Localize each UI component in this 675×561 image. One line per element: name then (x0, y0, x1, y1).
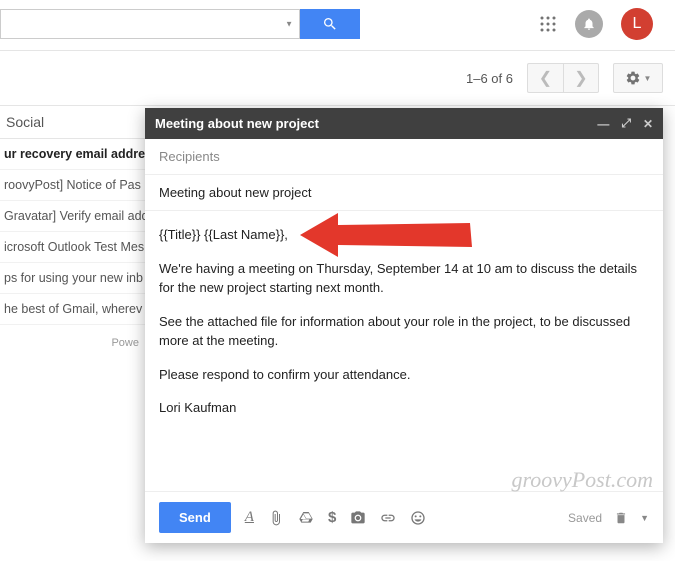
prev-page-button[interactable]: ❮ (527, 63, 563, 93)
attach-icon[interactable] (268, 510, 284, 526)
close-icon[interactable]: ✕ (643, 117, 653, 131)
expand-icon[interactable]: ⤢ (621, 116, 631, 131)
inbox-item[interactable]: roovyPost] Notice of Pas (0, 170, 145, 201)
inbox-item[interactable]: he best of Gmail, wherev (0, 294, 145, 325)
search-icon (322, 16, 338, 32)
search-button[interactable] (300, 9, 360, 39)
inbox-item[interactable]: ps for using your new inb (0, 263, 145, 294)
format-icon[interactable]: A (245, 509, 254, 526)
search-input[interactable]: ▼ (0, 9, 300, 39)
inbox-item[interactable]: icrosoft Outlook Test Mes (0, 232, 145, 263)
inbox-item[interactable]: ur recovery email addre (0, 139, 145, 170)
search-wrap: ▼ (0, 9, 360, 39)
toolbar: 1–6 of 6 ❮ ❯ ▼ (0, 51, 675, 106)
inbox-column: Social ur recovery email addre roovyPost… (0, 106, 145, 561)
subject-field[interactable]: Meeting about new project (145, 175, 663, 211)
compose-titlebar[interactable]: Meeting about new project — ⤢ ✕ (145, 108, 663, 139)
tab-social[interactable]: Social (0, 106, 145, 139)
compose-footer: Send A $ Saved ▼ (145, 491, 663, 543)
photo-icon[interactable] (350, 510, 366, 526)
drive-icon[interactable] (298, 510, 314, 526)
body-paragraph: We're having a meeting on Thursday, Sept… (159, 259, 649, 298)
header-right: L (539, 8, 665, 40)
toolbar-right: 1–6 of 6 ❮ ❯ ▼ (466, 63, 663, 93)
body-paragraph: See the attached file for information ab… (159, 312, 649, 351)
trash-icon[interactable] (614, 511, 628, 525)
compose-title: Meeting about new project (155, 116, 319, 131)
emoji-icon[interactable] (410, 510, 426, 526)
inbox-list: ur recovery email addre roovyPost] Notic… (0, 139, 145, 325)
body-paragraph: Please respond to confirm your attendanc… (159, 365, 649, 385)
body-signature: Lori Kaufman (159, 398, 649, 418)
apps-icon[interactable] (539, 15, 557, 33)
powered-label: Powe (0, 325, 145, 349)
compose-body[interactable]: {{Title}} {{Last Name}}, We're having a … (145, 211, 663, 491)
notifications-icon[interactable] (575, 10, 603, 38)
avatar[interactable]: L (621, 8, 653, 40)
compose-window-controls: — ⤢ ✕ (597, 116, 653, 131)
body-greeting: {{Title}} {{Last Name}}, (159, 225, 649, 245)
money-icon[interactable]: $ (328, 509, 336, 526)
app-header: ▼ L (0, 0, 675, 51)
settings-caret-icon: ▼ (644, 74, 652, 83)
settings-button[interactable]: ▼ (613, 63, 663, 93)
saved-label: Saved (568, 511, 602, 525)
recipients-field[interactable]: Recipients (145, 139, 663, 175)
page-count: 1–6 of 6 (466, 71, 513, 86)
send-button[interactable]: Send (159, 502, 231, 533)
link-icon[interactable] (380, 510, 396, 526)
inbox-item[interactable]: Gravatar] Verify email add (0, 201, 145, 232)
page-nav: ❮ ❯ (527, 63, 599, 93)
gear-icon (625, 70, 641, 86)
compose-footer-right: Saved ▼ (568, 511, 649, 525)
next-page-button[interactable]: ❯ (563, 63, 599, 93)
more-caret-icon[interactable]: ▼ (640, 513, 649, 523)
search-options-caret[interactable]: ▼ (285, 20, 293, 29)
minimize-icon[interactable]: — (597, 117, 609, 131)
compose-window: Meeting about new project — ⤢ ✕ Recipien… (145, 108, 663, 543)
